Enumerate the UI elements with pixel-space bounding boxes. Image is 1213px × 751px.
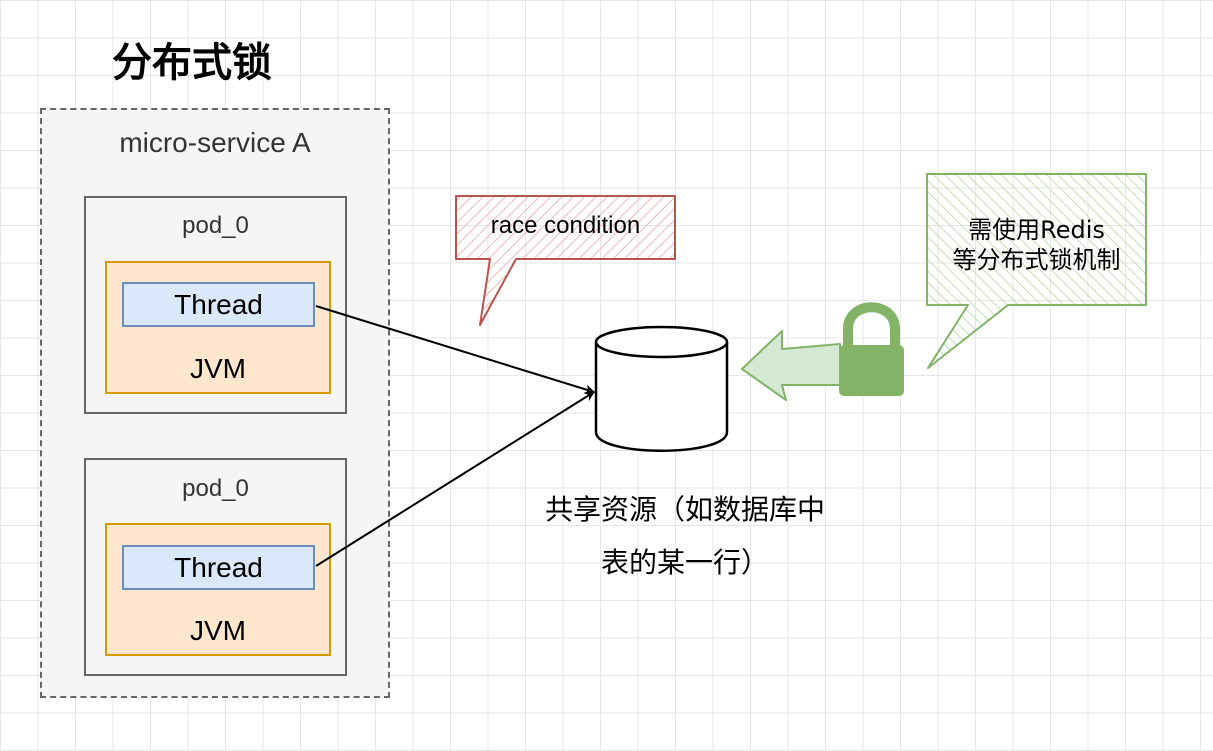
lock-icon [839,302,904,396]
redis-callout-line2: 等分布式锁机制 [952,246,1121,274]
arrow-connector [315,391,595,567]
diagram-overlay [315,173,1147,567]
arrow-left-icon [741,330,841,401]
arrow-connector [315,305,595,395]
resource-label-line2: 表的某一行） [600,546,769,579]
race-condition-text: race condition [490,212,641,239]
resource-label-line1: 共享资源（如数据库中 [544,493,825,526]
database-icon [594,325,729,452]
